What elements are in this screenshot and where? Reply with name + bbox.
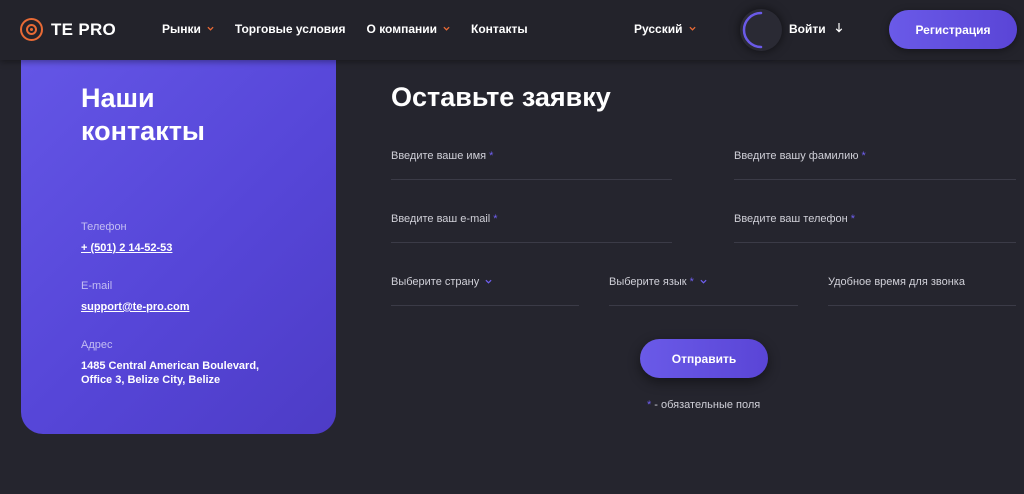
required-mark: * [493, 213, 498, 225]
language-select-label-text: Выберите язык [609, 276, 687, 288]
chevron-down-icon [688, 25, 696, 32]
phone-field-label-text: Введите ваш телефон [734, 213, 848, 225]
country-select-label-text: Выберите страну [391, 276, 480, 288]
main-nav: Рынки Торговые условия О компании Контак… [162, 22, 549, 36]
country-select-label: Выберите страну [391, 276, 492, 288]
nav-item-trading-conditions[interactable]: Торговые условия [235, 22, 346, 36]
logo[interactable]: TE PRO [20, 18, 116, 41]
email-field-label-text: Введите ваш e-mail [391, 213, 491, 225]
phone-field[interactable]: Введите ваш телефон * [734, 213, 1016, 243]
loading-spinner-icon [740, 9, 782, 51]
first-name-label-text: Введите ваше имя [391, 150, 487, 162]
phone-label: Телефон [81, 221, 127, 233]
register-button[interactable]: Регистрация [889, 10, 1017, 49]
email-field-label: Введите ваш e-mail * [391, 213, 498, 225]
last-name-field[interactable]: Введите вашу фамилию * [734, 150, 1016, 180]
language-selector[interactable]: Русский [634, 22, 696, 36]
chevron-down-icon [443, 25, 450, 32]
arrow-down-icon [835, 22, 843, 36]
required-mark: * [861, 150, 866, 162]
required-mark: * [850, 213, 856, 225]
language-label: Русский [634, 22, 683, 36]
language-select-label: Выберите язык * [609, 276, 707, 288]
first-name-label: Введите ваше имя * [391, 150, 493, 162]
call-time-label: Удобное время для звонка [828, 276, 965, 288]
call-time-field[interactable]: Удобное время для звонка [828, 276, 1016, 306]
nav-item-label: Торговые условия [234, 22, 346, 36]
country-select[interactable]: Выберите страну [391, 276, 579, 306]
phone-link[interactable]: + (501) 2 14-52-53 [81, 242, 172, 254]
required-note-text: - обязательные поля [654, 399, 761, 411]
contacts-title: Наши контакты [81, 83, 205, 146]
email-label: E-mail [81, 280, 113, 292]
required-mark: * [489, 150, 494, 162]
logo-icon [20, 18, 43, 41]
nav-item-contacts[interactable]: Контакты [471, 22, 528, 36]
last-name-label-text: Введите вашу фамилию [734, 150, 859, 162]
last-name-label: Введите вашу фамилию * [734, 150, 866, 162]
submit-button[interactable]: Отправить [640, 339, 768, 378]
language-select[interactable]: Выберите язык * [609, 276, 798, 306]
chevron-down-icon [485, 278, 492, 285]
chevron-down-icon [700, 278, 707, 285]
nav-item-markets[interactable]: Рынки [162, 22, 214, 36]
nav-item-label: Рынки [162, 22, 201, 36]
address-label: Адрес [81, 339, 113, 351]
email-link[interactable]: support@te-pro.com [81, 301, 190, 313]
required-fields-note: * - обязательные поля [647, 399, 760, 411]
required-mark: * [647, 399, 652, 411]
required-mark: * [689, 276, 694, 288]
logo-text: TE PRO [51, 19, 117, 39]
login-link[interactable]: Войти [789, 22, 843, 36]
contacts-card: Наши контакты Телефон + (501) 2 14-52-53… [21, 48, 336, 434]
chevron-down-icon [207, 25, 214, 32]
nav-item-label: О компании [366, 22, 438, 36]
first-name-field[interactable]: Введите ваше имя * [391, 150, 672, 180]
email-field[interactable]: Введите ваш e-mail * [391, 213, 672, 243]
login-label: Войти [789, 22, 826, 36]
address-value: 1485 Central American Boulevard, Office … [81, 360, 260, 386]
form-title: Оставьте заявку [391, 82, 611, 112]
call-time-label-text: Удобное время для звонка [828, 276, 965, 288]
nav-item-about[interactable]: О компании [367, 22, 451, 36]
site-header: TE PRO Рынки Торговые условия О компании… [0, 0, 1024, 60]
nav-item-label: Контакты [471, 22, 528, 36]
phone-field-label: Введите ваш телефон * [734, 213, 855, 225]
